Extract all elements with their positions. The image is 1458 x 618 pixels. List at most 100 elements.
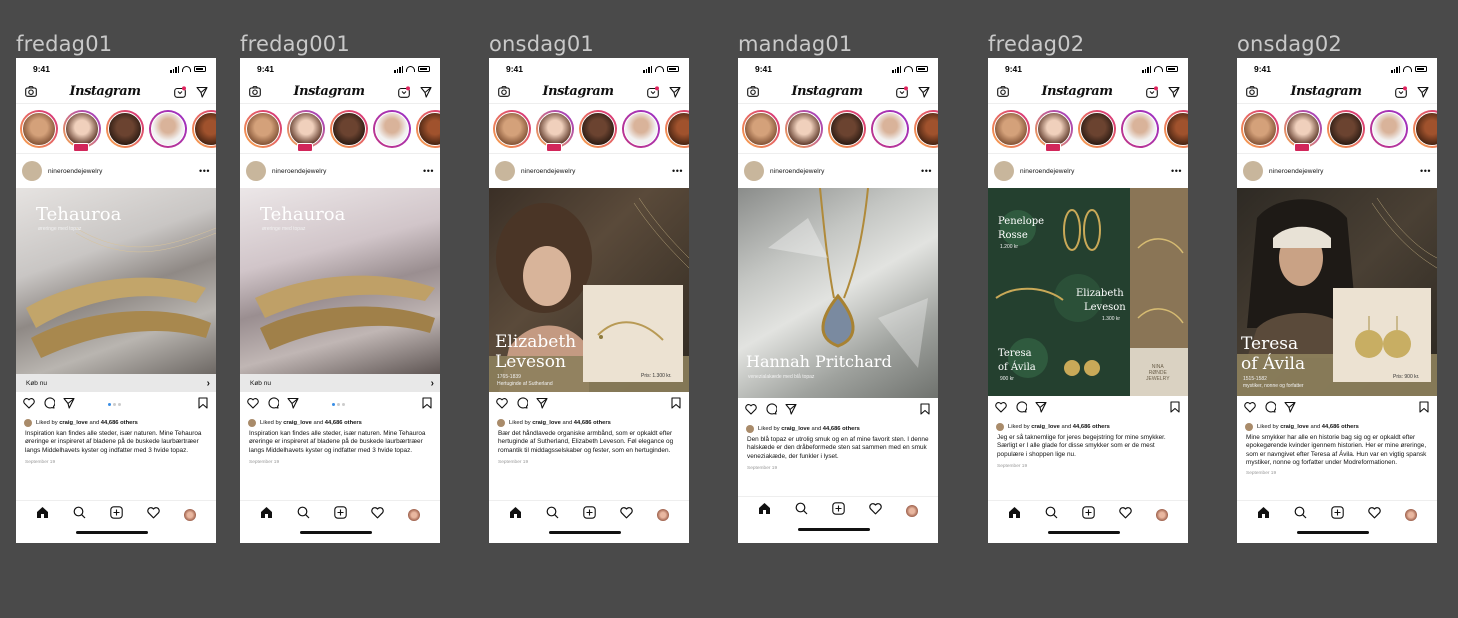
likes-count[interactable]: 44,686 others xyxy=(1073,424,1110,430)
artboard-label[interactable]: fredag02 xyxy=(988,30,1188,58)
account-name[interactable]: nineroendejewelry xyxy=(48,168,193,175)
story-avatar[interactable] xyxy=(1284,109,1322,152)
profile-avatar[interactable] xyxy=(184,508,196,521)
story-avatar[interactable] xyxy=(192,109,216,148)
heart-icon[interactable] xyxy=(869,502,882,520)
story-avatar[interactable] xyxy=(330,109,368,148)
artboard-onsdag01[interactable]: onsdag01 9:41 Instagram nineroendejewelr… xyxy=(489,30,689,543)
igtv-icon[interactable] xyxy=(895,85,908,98)
bookmark-icon[interactable] xyxy=(1170,400,1180,418)
post-image[interactable]: Tehauroa øreringe med topaz xyxy=(16,188,216,374)
add-post-icon[interactable] xyxy=(334,505,347,524)
account-name[interactable]: nineroendejewelry xyxy=(770,168,915,175)
profile-avatar[interactable] xyxy=(657,508,669,521)
story-avatar[interactable] xyxy=(244,109,282,148)
heart-icon[interactable] xyxy=(745,402,757,420)
search-icon[interactable] xyxy=(1045,506,1058,524)
bookmark-icon[interactable] xyxy=(422,396,432,414)
camera-icon[interactable] xyxy=(1245,85,1258,98)
story-avatar[interactable] xyxy=(1241,109,1279,148)
artboard-fredag02[interactable]: fredag02 9:41 Instagram nineroendejewelr… xyxy=(988,30,1188,543)
search-icon[interactable] xyxy=(795,502,808,520)
camera-icon[interactable] xyxy=(497,85,510,98)
comment-icon[interactable] xyxy=(1015,400,1028,418)
send-icon[interactable] xyxy=(1035,400,1047,418)
likes-count[interactable]: 44,686 others xyxy=(325,420,362,426)
add-post-icon[interactable] xyxy=(1082,505,1095,524)
heart-icon[interactable] xyxy=(23,396,35,414)
camera-icon[interactable] xyxy=(996,85,1009,98)
send-icon[interactable] xyxy=(785,402,797,420)
story-avatar[interactable] xyxy=(914,109,938,148)
heart-icon[interactable] xyxy=(247,396,259,414)
send-icon[interactable] xyxy=(668,85,681,98)
send-icon[interactable] xyxy=(419,85,432,98)
comment-icon[interactable] xyxy=(765,402,778,420)
story-avatar[interactable] xyxy=(785,109,823,148)
account-name[interactable]: nineroendejewelry xyxy=(1269,168,1414,175)
more-options-icon[interactable]: ••• xyxy=(423,166,434,176)
profile-avatar[interactable] xyxy=(906,504,918,517)
comment-icon[interactable] xyxy=(1264,400,1277,418)
account-avatar[interactable] xyxy=(1243,161,1263,181)
comment-icon[interactable] xyxy=(516,396,529,414)
bookmark-icon[interactable] xyxy=(920,402,930,420)
more-options-icon[interactable]: ••• xyxy=(1420,166,1431,176)
camera-icon[interactable] xyxy=(24,85,37,98)
story-avatar[interactable] xyxy=(373,109,411,148)
camera-icon[interactable] xyxy=(746,85,759,98)
story-avatar[interactable] xyxy=(742,109,780,148)
search-icon[interactable] xyxy=(73,506,86,524)
igtv-icon[interactable] xyxy=(1145,85,1158,98)
artboard-label[interactable]: onsdag02 xyxy=(1237,30,1437,58)
add-post-icon[interactable] xyxy=(110,505,123,524)
bookmark-icon[interactable] xyxy=(198,396,208,414)
likes-user[interactable]: craig_love xyxy=(532,420,561,426)
search-icon[interactable] xyxy=(546,506,559,524)
story-avatar[interactable] xyxy=(287,109,325,152)
story-avatar[interactable] xyxy=(149,109,187,148)
likes-count[interactable]: 44,686 others xyxy=(823,426,860,432)
account-name[interactable]: nineroendejewelry xyxy=(1020,168,1165,175)
home-icon[interactable] xyxy=(36,506,49,524)
add-post-icon[interactable] xyxy=(1331,505,1344,524)
account-name[interactable]: nineroendejewelry xyxy=(521,168,666,175)
bookmark-icon[interactable] xyxy=(1419,400,1429,418)
account-avatar[interactable] xyxy=(22,161,42,181)
post-image[interactable]: Penelope Rosse 1.200 kr Elizabeth Leveso… xyxy=(988,188,1188,396)
story-avatar[interactable] xyxy=(1327,109,1365,148)
heart-icon[interactable] xyxy=(620,506,633,524)
story-avatar[interactable] xyxy=(1413,109,1437,148)
home-icon[interactable] xyxy=(1257,506,1270,524)
artboard-label[interactable]: fredag01 xyxy=(16,30,216,58)
post-image[interactable]: Tehauroa øreringe med topaz xyxy=(240,188,440,374)
profile-avatar[interactable] xyxy=(1405,508,1417,521)
story-avatar[interactable] xyxy=(828,109,866,148)
likes-count[interactable]: 44,686 others xyxy=(574,420,611,426)
shop-now-bar[interactable]: Køb nu › xyxy=(240,374,440,392)
add-post-icon[interactable] xyxy=(832,501,845,520)
story-avatar[interactable] xyxy=(63,109,101,152)
search-icon[interactable] xyxy=(1294,506,1307,524)
artboard-fredag001[interactable]: fredag001 9:41 Instagram nineroendejewel… xyxy=(240,30,440,543)
account-avatar[interactable] xyxy=(246,161,266,181)
post-image[interactable]: Hannah Pritchard venezialakæde med blå t… xyxy=(738,188,938,398)
likes-user[interactable]: craig_love xyxy=(59,420,88,426)
more-options-icon[interactable]: ••• xyxy=(672,166,683,176)
likes-user[interactable]: craig_love xyxy=(1031,424,1060,430)
story-avatar[interactable] xyxy=(992,109,1030,148)
artboard-onsdag02[interactable]: onsdag02 9:41 Instagram nineroendejewelr… xyxy=(1237,30,1437,543)
home-icon[interactable] xyxy=(260,506,273,524)
heart-icon[interactable] xyxy=(496,396,508,414)
igtv-icon[interactable] xyxy=(1394,85,1407,98)
product-card[interactable] xyxy=(1333,288,1431,382)
likes-user[interactable]: craig_love xyxy=(1280,424,1309,430)
heart-icon[interactable] xyxy=(1244,400,1256,418)
account-avatar[interactable] xyxy=(994,161,1014,181)
profile-avatar[interactable] xyxy=(408,508,420,521)
heart-icon[interactable] xyxy=(1368,506,1381,524)
send-icon[interactable] xyxy=(63,396,75,414)
artboard-label[interactable]: fredag001 xyxy=(240,30,440,58)
bookmark-icon[interactable] xyxy=(671,396,681,414)
story-avatar[interactable] xyxy=(622,109,660,148)
